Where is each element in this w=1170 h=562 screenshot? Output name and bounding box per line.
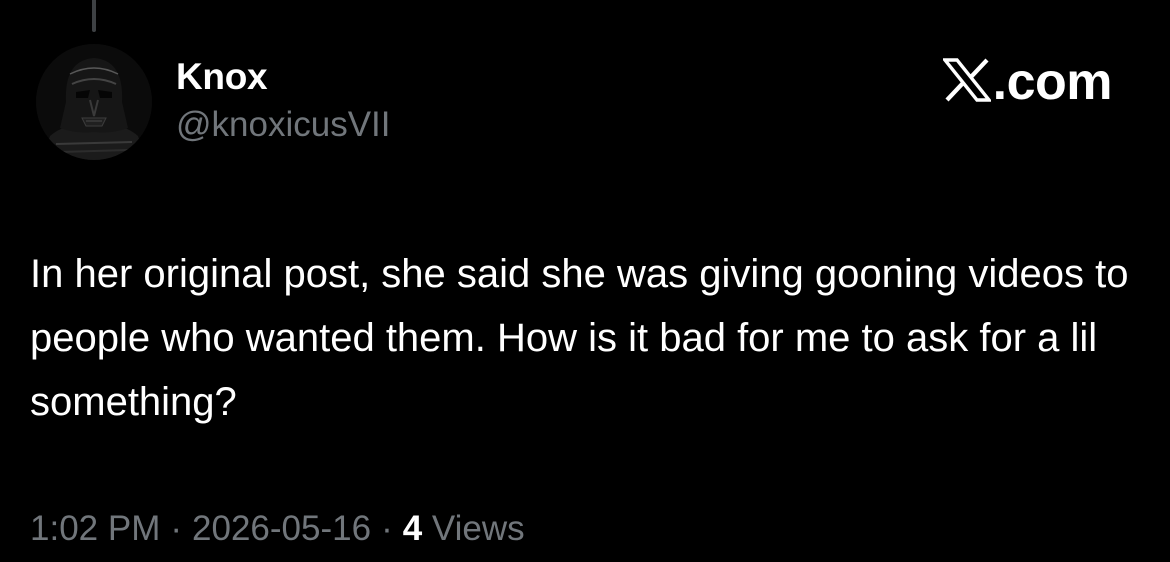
views-label: Views: [431, 509, 525, 548]
darth-vader-avatar-icon: [36, 44, 152, 160]
tweet-metadata: 1:02 PM · 2026-05-16 · 4 Views: [30, 506, 525, 552]
thread-connector-line: [92, 0, 96, 32]
meta-separator: ·: [170, 509, 183, 548]
tweet-text: In her original post, she said she was g…: [30, 252, 1129, 424]
author-handle[interactable]: @knoxicusVII: [176, 102, 391, 148]
brand-domain-text: .com: [992, 53, 1113, 111]
avatar[interactable]: [36, 44, 152, 160]
meta-separator: ·: [381, 509, 393, 548]
views-count[interactable]: 4: [403, 509, 422, 548]
author-display-name[interactable]: Knox: [176, 54, 391, 100]
x-brand-watermark: .com: [941, 53, 1113, 111]
tweet-time[interactable]: 1:02 PM: [30, 509, 160, 548]
x-logo-icon: [941, 57, 993, 107]
author-info[interactable]: Knox @knoxicusVII: [176, 54, 391, 148]
tweet-date[interactable]: 2026-05-16: [192, 509, 371, 548]
